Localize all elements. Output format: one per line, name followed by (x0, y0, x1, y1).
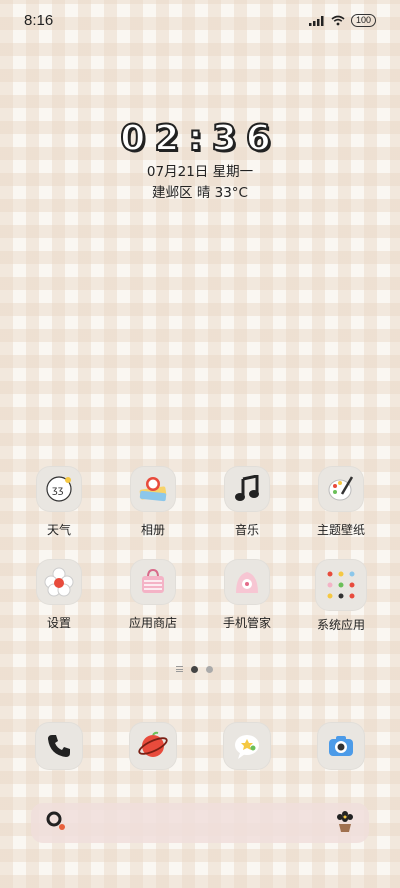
battery-icon: 100 (350, 13, 376, 27)
weather-icon: ʒʒ (36, 466, 82, 512)
app-label: 音乐 (234, 523, 259, 537)
page-indicator[interactable] (176, 664, 226, 674)
dock-phone[interactable] (19, 722, 99, 770)
status-bar: 8:16 100 (0, 0, 400, 40)
browser-icon (129, 722, 177, 770)
app-label: 天气 (46, 523, 71, 537)
app-drawer-icon[interactable] (176, 666, 183, 672)
app-settings[interactable]: 设置 (19, 559, 99, 631)
app-store[interactable]: 应用商店 (113, 559, 193, 631)
gallery-icon (130, 466, 176, 512)
app-gallery[interactable]: 相册 (113, 466, 193, 538)
app-music[interactable]: 音乐 (207, 466, 287, 538)
phone-manager-icon (224, 559, 270, 605)
app-label: 相册 (140, 523, 165, 537)
dock-camera[interactable] (301, 722, 381, 770)
app-label: 主题壁纸 (316, 523, 365, 537)
clock-time[interactable]: 02:36 (0, 117, 400, 160)
messages-icon (223, 722, 271, 770)
phone-icon (35, 722, 83, 770)
dock-messages[interactable] (207, 722, 287, 770)
page-dot-2[interactable] (206, 665, 213, 673)
page-dot-1[interactable] (191, 665, 198, 673)
status-time: 8:16 (24, 11, 54, 29)
music-icon (224, 466, 270, 512)
settings-icon (36, 559, 82, 605)
dock-browser[interactable] (113, 722, 193, 770)
camera-icon (317, 722, 365, 770)
clock-date[interactable]: 07月21日 星期一 (0, 160, 400, 180)
app-label: 设置 (46, 616, 71, 630)
app-label: 手机管家 (222, 616, 271, 630)
search-icon[interactable] (45, 810, 67, 836)
svg-text:ʒʒ: ʒʒ (52, 485, 64, 496)
search-bar[interactable] (31, 803, 369, 843)
signal-icon (308, 11, 325, 30)
wifi-icon (331, 11, 345, 30)
app-phone-manager[interactable]: 手机管家 (207, 559, 287, 631)
app-weather[interactable]: ʒʒ 天气 (19, 466, 99, 538)
system-apps-icon (315, 559, 367, 611)
app-label: 应用商店 (128, 616, 177, 630)
status-icons: 100 (308, 11, 376, 30)
app-label: 系统应用 (316, 618, 365, 632)
app-system-apps[interactable]: 系统应用 (301, 559, 381, 633)
weather-text[interactable]: 建邺区 晴 33°C (0, 181, 400, 201)
theme-icon (318, 466, 364, 512)
app-theme[interactable]: 主题壁纸 (301, 466, 381, 538)
flower-pot-icon[interactable] (335, 809, 355, 837)
app-store-icon (130, 559, 176, 605)
